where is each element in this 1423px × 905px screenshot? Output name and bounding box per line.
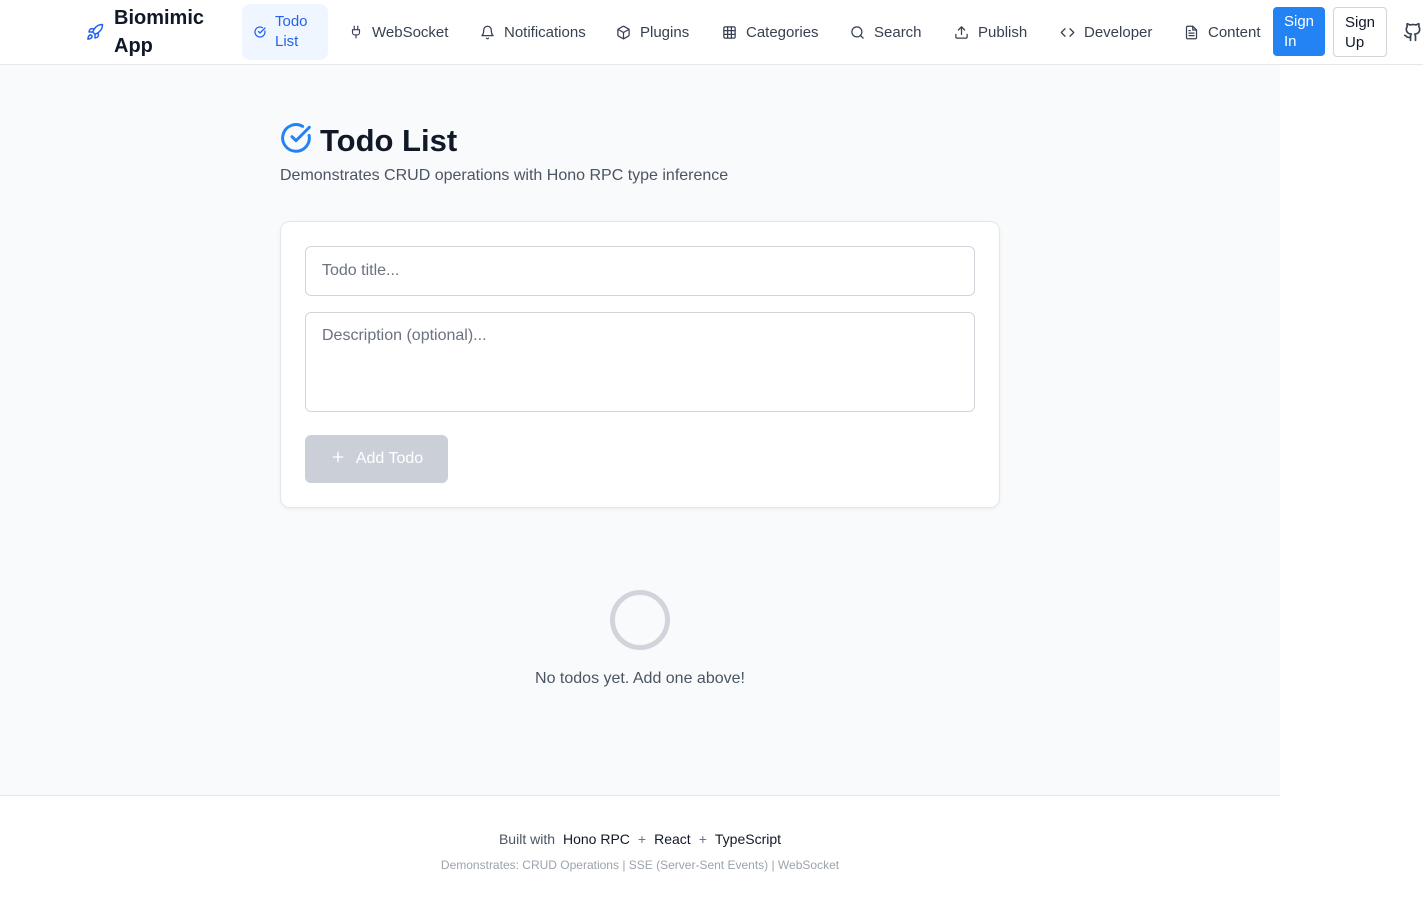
todo-description-input[interactable] xyxy=(305,312,975,412)
check-circle-icon xyxy=(280,122,312,159)
todo-title-input[interactable] xyxy=(305,246,975,296)
nav-item-content[interactable]: Content xyxy=(1172,4,1273,60)
upload-icon xyxy=(954,25,969,40)
nav-label: Publish xyxy=(978,23,1028,41)
built-with-label: Built with xyxy=(498,831,555,847)
nav-label: Categories xyxy=(746,23,819,41)
nav-label: WebSocket xyxy=(372,23,449,41)
page-heading: Todo List xyxy=(280,122,457,159)
footer: Built with Hono RPC + React + TypeScript… xyxy=(0,797,1280,905)
nav-item-developer[interactable]: Developer xyxy=(1048,4,1164,60)
nav-item-publish[interactable]: Publish xyxy=(942,4,1039,60)
add-todo-label: Add Todo xyxy=(355,450,424,467)
brand-name: Biomimic App xyxy=(114,7,205,57)
nav-item-search[interactable]: Search xyxy=(838,4,934,60)
add-todo-card: Add Todo xyxy=(280,221,1000,508)
brand[interactable]: Biomimic App xyxy=(86,4,214,60)
check-circle-icon xyxy=(254,26,266,38)
plus-separator: + xyxy=(698,831,707,847)
nav-label: Notifications xyxy=(504,23,586,41)
bell-icon xyxy=(480,25,495,40)
built-with-line: Built with Hono RPC + React + TypeScript xyxy=(0,831,1280,847)
nav-item-todo-list[interactable]: Todo List xyxy=(242,4,328,60)
tech-typescript: TypeScript xyxy=(714,831,782,847)
empty-state-circle-icon xyxy=(610,590,670,650)
plug-icon xyxy=(349,25,363,39)
package-icon xyxy=(616,25,631,40)
nav-item-plugins[interactable]: Plugins xyxy=(604,4,701,60)
search-icon xyxy=(850,25,865,40)
demo-features-line: Demonstrates: CRUD Operations | SSE (Ser… xyxy=(440,858,840,872)
nav-label: Todo List xyxy=(275,13,308,50)
add-todo-button[interactable]: Add Todo xyxy=(305,435,448,483)
nav-label: Content xyxy=(1208,23,1261,41)
sign-up-button[interactable]: Sign Up xyxy=(1333,7,1387,57)
page-title: Todo List xyxy=(320,122,458,158)
nav-item-categories[interactable]: Categories xyxy=(710,4,831,60)
nav-label: Plugins xyxy=(640,23,690,41)
plus-icon xyxy=(330,449,346,470)
nav-label: Developer xyxy=(1084,23,1153,41)
empty-state-text: No todos yet. Add one above! xyxy=(535,670,745,687)
github-icon[interactable] xyxy=(1403,22,1423,47)
tech-react: React xyxy=(654,831,691,847)
rocket-icon xyxy=(86,23,104,41)
tech-hono-rpc: Hono RPC xyxy=(563,831,630,847)
file-text-icon xyxy=(1184,25,1199,40)
plus-separator: + xyxy=(637,831,647,847)
grid-icon xyxy=(722,25,737,40)
sign-in-button[interactable]: Sign In xyxy=(1273,7,1325,56)
nav-item-notifications[interactable]: Notifications xyxy=(468,4,598,60)
main-content: Todo List Demonstrates CRUD operations w… xyxy=(0,65,1280,796)
nav-label: Search xyxy=(874,23,922,41)
top-nav-bar: Biomimic App Todo List WebSocket Notific… xyxy=(0,0,1423,65)
page-subtitle: Demonstrates CRUD operations with Hono R… xyxy=(280,167,729,184)
code-icon xyxy=(1060,25,1075,40)
nav-item-websocket[interactable]: WebSocket xyxy=(337,4,460,60)
